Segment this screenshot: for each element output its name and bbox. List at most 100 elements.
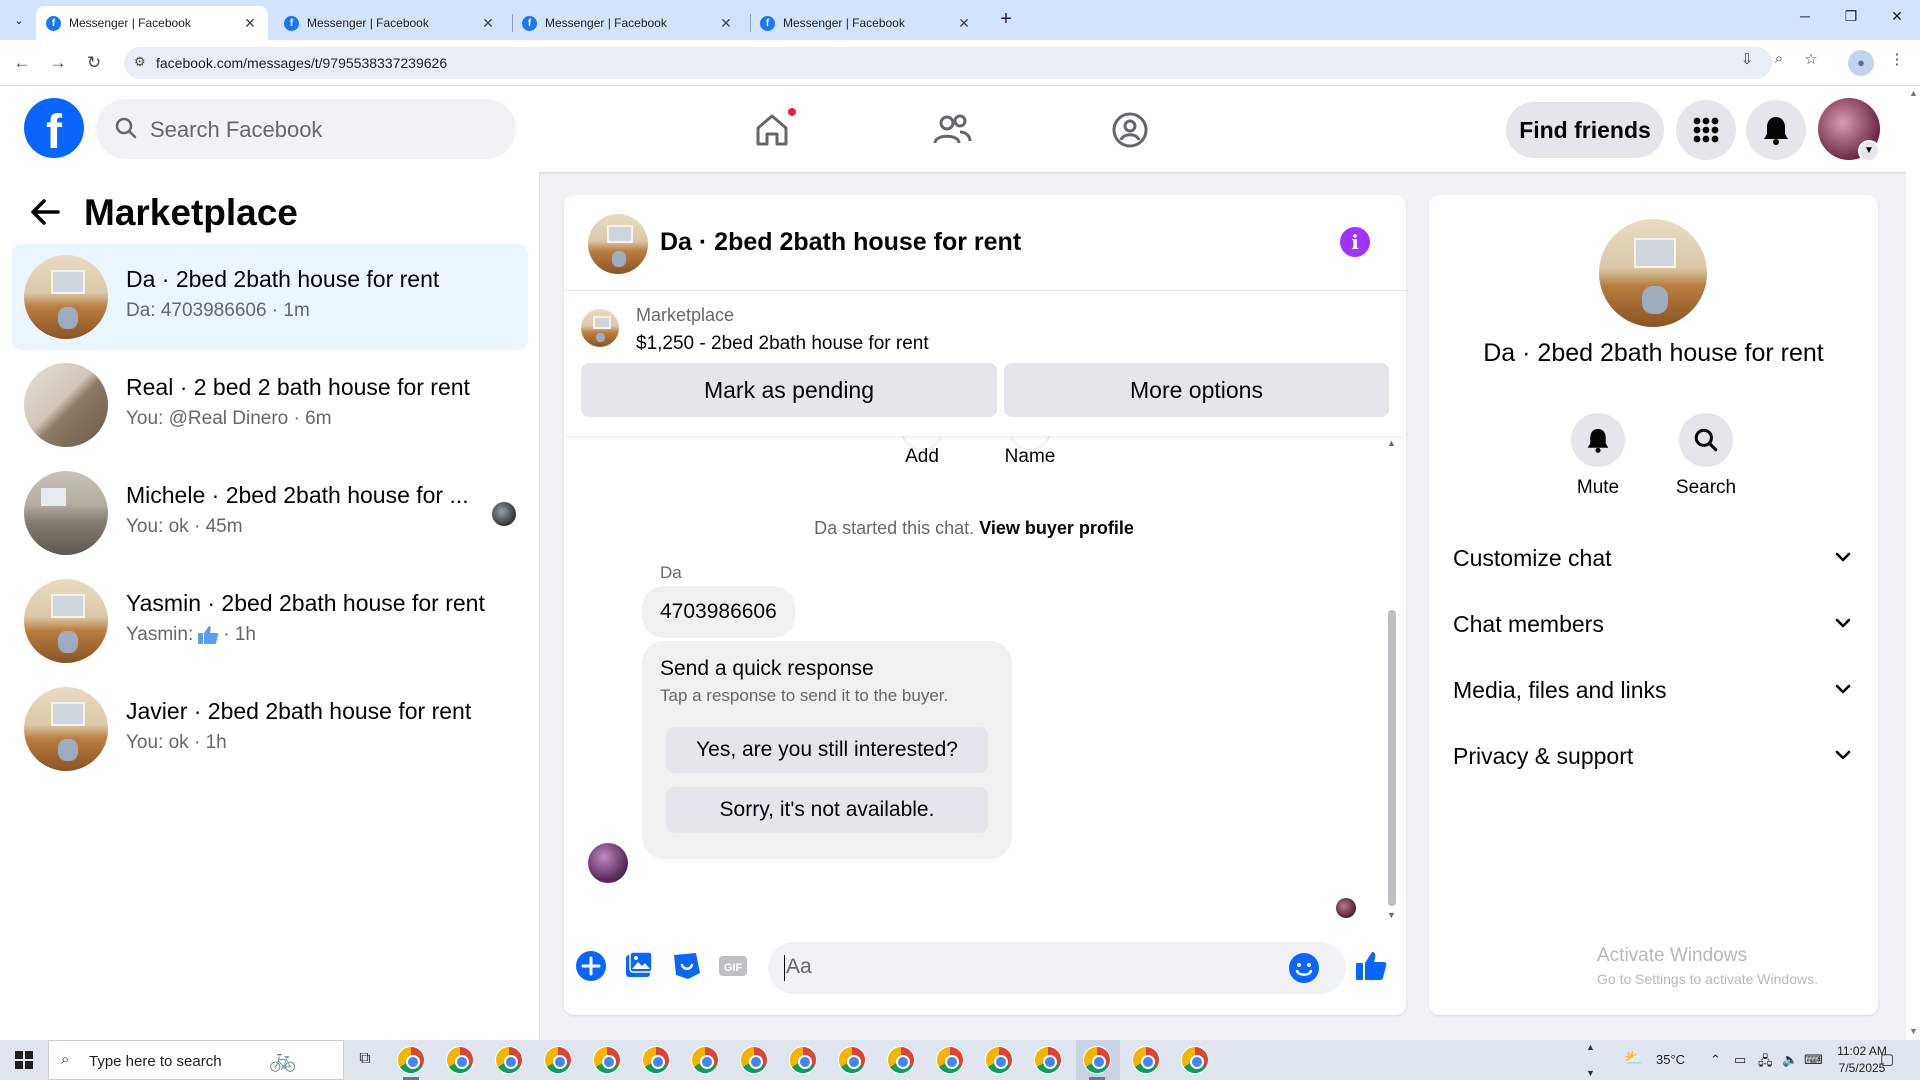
- notifications-button[interactable]: [1746, 100, 1806, 160]
- chrome-app-icon[interactable]: [691, 1046, 719, 1074]
- scroll-up-arrow-icon[interactable]: ▲: [1387, 438, 1396, 448]
- groups-icon[interactable]: [1108, 108, 1152, 152]
- tab-search-button[interactable]: ⌄: [6, 8, 32, 32]
- gif-icon[interactable]: GIF: [716, 949, 750, 983]
- add-action-label[interactable]: Add: [877, 446, 967, 468]
- install-app-icon[interactable]: ⇩: [1736, 50, 1758, 68]
- more-options-button[interactable]: More options: [1004, 363, 1389, 417]
- mute-button[interactable]: Mute: [1553, 413, 1643, 499]
- tray-chevron-up-icon[interactable]: ⌃: [1710, 1052, 1721, 1068]
- chrome-app-icon[interactable]: [495, 1046, 523, 1074]
- new-tab-button[interactable]: +: [994, 8, 1018, 32]
- facebook-logo[interactable]: f: [24, 98, 84, 158]
- conversation-item[interactable]: Real · 2 bed 2 bath house for rent You: …: [12, 352, 528, 458]
- browser-tab[interactable]: f Messenger | Facebook ✕: [512, 6, 744, 40]
- sticker-icon[interactable]: [670, 949, 704, 983]
- scroll-down-arrow-icon[interactable]: ▼: [1387, 910, 1396, 920]
- chrome-app-icon[interactable]: [1083, 1046, 1111, 1074]
- chrome-app-icon[interactable]: [887, 1046, 915, 1074]
- friends-icon[interactable]: [930, 108, 974, 152]
- listing-title[interactable]: $1,250 - 2bed 2bath house for rent: [636, 333, 929, 355]
- restore-icon[interactable]: ❐: [1836, 8, 1866, 25]
- find-friends-button[interactable]: Find friends: [1506, 102, 1664, 158]
- chrome-app-icon[interactable]: [789, 1046, 817, 1074]
- chrome-app-icon[interactable]: [1034, 1046, 1062, 1074]
- browser-tab[interactable]: f Messenger | Facebook ✕: [750, 6, 982, 40]
- chrome-app-icon[interactable]: [544, 1046, 572, 1074]
- chrome-app-icon[interactable]: [985, 1046, 1013, 1074]
- browser-menu-icon[interactable]: ⋮: [1886, 50, 1908, 68]
- taskbar-overflow-scroll[interactable]: ▲ ▼: [1584, 1040, 1598, 1080]
- back-arrow-icon[interactable]: [30, 198, 60, 234]
- scroll-down-arrow-icon[interactable]: ▼: [1909, 1026, 1918, 1036]
- menu-grid-button[interactable]: [1676, 100, 1736, 160]
- bookmark-star-icon[interactable]: ☆: [1800, 50, 1822, 68]
- quick-reply-not-available-button[interactable]: Sorry, it's not available.: [666, 787, 988, 833]
- windows-start-button[interactable]: [0, 1040, 48, 1080]
- scroll-up-arrow-icon[interactable]: ▲: [1909, 88, 1918, 98]
- chrome-app-icon[interactable]: [593, 1046, 621, 1074]
- view-buyer-profile-link[interactable]: View buyer profile: [979, 518, 1134, 538]
- reload-icon[interactable]: ↻: [82, 51, 106, 75]
- back-icon[interactable]: ←: [10, 51, 34, 75]
- close-window-icon[interactable]: ✕: [1882, 8, 1912, 25]
- chrome-app-icon[interactable]: [1181, 1046, 1209, 1074]
- network-icon[interactable]: 🖧: [1758, 1052, 1773, 1074]
- forward-icon[interactable]: →: [46, 51, 70, 75]
- taskbar-search-box[interactable]: ⌕ Type here to search 🚲: [48, 1040, 344, 1080]
- customize-chat-section[interactable]: Customize chat: [1453, 538, 1855, 578]
- conversation-item[interactable]: Yasmin · 2bed 2bath house for rent Yasmi…: [12, 568, 528, 674]
- photo-icon[interactable]: [622, 949, 656, 983]
- volume-icon[interactable]: 🔈: [1782, 1052, 1798, 1068]
- chrome-app-icon[interactable]: [838, 1046, 866, 1074]
- scroll-up-arrow-icon[interactable]: ▲: [1586, 1042, 1595, 1052]
- browser-profile-icon[interactable]: ●: [1848, 50, 1874, 76]
- chrome-app-icon[interactable]: [642, 1046, 670, 1074]
- scroll-down-arrow-icon[interactable]: ▼: [1586, 1068, 1595, 1078]
- meet-now-icon[interactable]: ▭: [1734, 1052, 1746, 1068]
- task-view-icon[interactable]: ⧉: [350, 1050, 380, 1068]
- sender-avatar[interactable]: [588, 843, 628, 883]
- chrome-app-icon[interactable]: [1132, 1046, 1160, 1074]
- notification-center-icon[interactable]: ▢: [1880, 1050, 1894, 1068]
- url-text[interactable]: facebook.com/messages/t/9795538337239626: [156, 55, 447, 71]
- name-action-label[interactable]: Name: [985, 446, 1075, 468]
- page-scrollbar[interactable]: ▲ ▼: [1906, 86, 1920, 1040]
- privacy-support-section[interactable]: Privacy & support: [1453, 736, 1855, 776]
- close-tab-icon[interactable]: ✕: [242, 15, 258, 32]
- chevron-down-icon[interactable]: ▼: [1858, 140, 1880, 162]
- quick-reply-still-interested-button[interactable]: Yes, are you still interested?: [666, 727, 988, 773]
- chat-info-avatar[interactable]: [1599, 219, 1707, 327]
- mark-as-pending-button[interactable]: Mark as pending: [581, 363, 997, 417]
- browser-tab[interactable]: f Messenger | Facebook ✕: [36, 6, 268, 40]
- browser-tab[interactable]: f Messenger | Facebook ✕: [274, 6, 506, 40]
- chrome-app-icon[interactable]: [446, 1046, 474, 1074]
- weather-temperature[interactable]: 35°C: [1656, 1052, 1685, 1067]
- conversation-item[interactable]: Da · 2bed 2bath house for rent Da: 47039…: [12, 244, 528, 350]
- media-files-links-section[interactable]: Media, files and links: [1453, 670, 1855, 710]
- chrome-app-icon[interactable]: [397, 1046, 425, 1074]
- chrome-app-icon[interactable]: [740, 1046, 768, 1074]
- conversation-item[interactable]: Javier · 2bed 2bath house for rent You: …: [12, 676, 528, 782]
- close-tab-icon[interactable]: ✕: [956, 15, 972, 32]
- weather-icon[interactable]: ⛅: [1624, 1049, 1643, 1067]
- emoji-icon[interactable]: [1288, 952, 1320, 984]
- close-tab-icon[interactable]: ✕: [480, 15, 496, 32]
- facebook-search-input[interactable]: Search Facebook: [96, 99, 516, 159]
- chrome-app-icon[interactable]: [936, 1046, 964, 1074]
- keyboard-icon[interactable]: ⌨: [1804, 1052, 1823, 1068]
- info-icon[interactable]: i: [1340, 227, 1370, 257]
- omnibox[interactable]: ⚙ facebook.com/messages/t/97955383372396…: [124, 47, 1772, 79]
- chat-members-section[interactable]: Chat members: [1453, 604, 1855, 644]
- minimize-icon[interactable]: ─: [1790, 8, 1820, 24]
- chat-scroll-thumb[interactable]: [1388, 610, 1396, 906]
- message-input[interactable]: Aa: [768, 942, 1346, 994]
- zoom-icon[interactable]: ⌕: [1768, 50, 1790, 67]
- search-in-chat-button[interactable]: Search: [1661, 413, 1751, 499]
- chat-title[interactable]: Da · 2bed 2bath house for rent: [660, 228, 1021, 257]
- site-info-icon[interactable]: ⚙: [134, 54, 146, 70]
- thumbs-up-send-icon[interactable]: [1354, 949, 1388, 983]
- plus-circle-icon[interactable]: [574, 949, 608, 983]
- close-tab-icon[interactable]: ✕: [718, 15, 734, 32]
- listing-thumbnail[interactable]: [581, 309, 619, 347]
